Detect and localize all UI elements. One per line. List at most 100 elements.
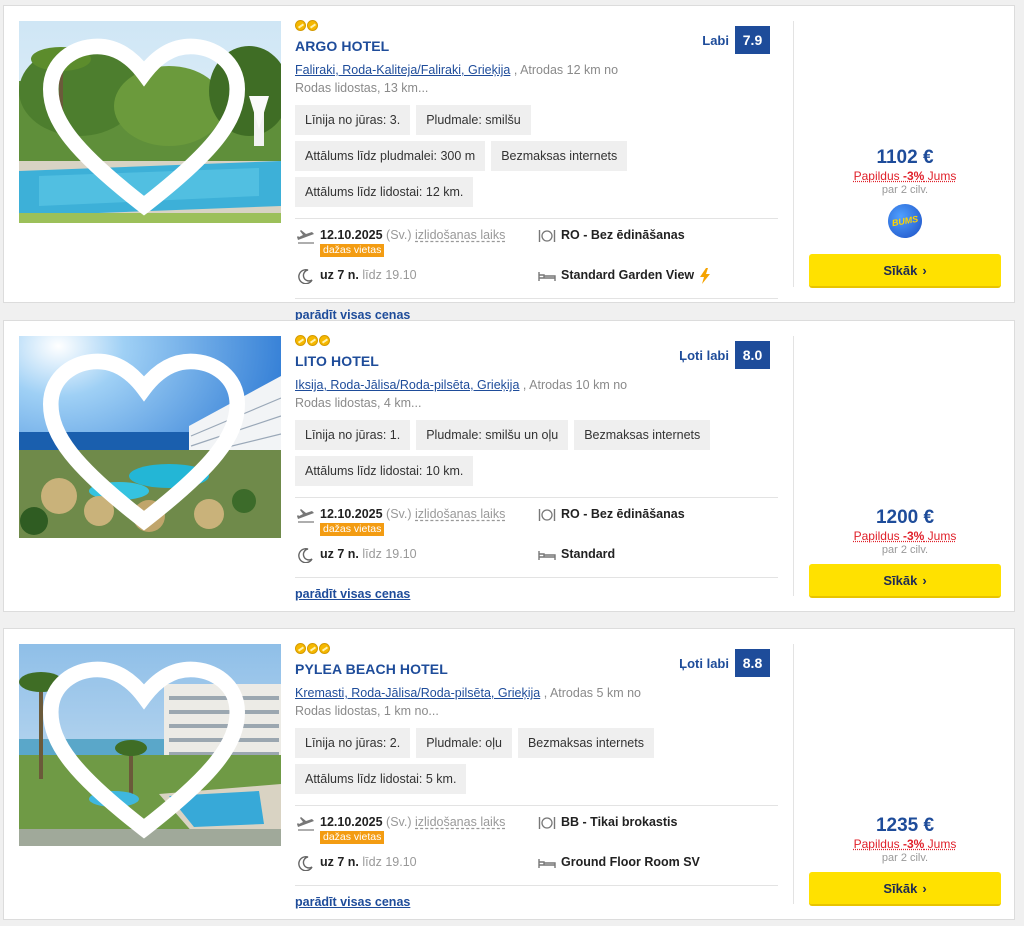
- feature-tag: Attālums līdz lidostai: 5 km.: [295, 764, 467, 794]
- divider: [295, 577, 778, 578]
- extra-discount: Papildus -3% Jums: [853, 529, 957, 543]
- hotel-card: PYLEA BEACH HOTEL Kremasti, Roda-Jālisa/…: [3, 628, 1015, 920]
- price: 1102 €: [876, 147, 934, 168]
- nights-info: uz 7 n. līdz 19.10: [297, 547, 417, 563]
- star-icon: [307, 335, 318, 346]
- board-info: RO - Bez ēdināšanas: [538, 507, 685, 523]
- moon-icon: [298, 547, 313, 563]
- trip-details: 12.10.2025 (Sv.) izlidošanas laiks dažas …: [295, 815, 782, 877]
- location-link[interactable]: Faliraki, Roda-Kaliteja/Faliraki, Grieķi…: [295, 63, 510, 77]
- extra-discount: Papildus -3% Jums: [853, 169, 957, 183]
- location-link[interactable]: Iksija, Roda-Jālisa/Roda-pilsēta, Grieķi…: [295, 378, 519, 392]
- hotel-card: LITO HOTEL Iksija, Roda-Jālisa/Roda-pils…: [3, 320, 1015, 612]
- price-block: 1200 € Papildus -3% Jums par 2 cilv.: [809, 507, 1001, 556]
- rating-label: Ļoti labi: [679, 347, 729, 363]
- price-per-persons: par 2 cilv.: [881, 852, 929, 864]
- nights-info: uz 7 n. līdz 19.10: [297, 268, 417, 284]
- hotel-photo[interactable]: [19, 644, 281, 846]
- rating-label: Ļoti labi: [679, 655, 729, 671]
- feature-tag: Bezmaksas internets: [574, 420, 711, 450]
- feature-tag: Attālums līdz pludmalei: 300 m: [295, 141, 486, 171]
- rating-label: Labi: [702, 32, 729, 48]
- bed-icon: [538, 551, 556, 560]
- feature-tag: Pludmale: smilšu: [416, 105, 531, 135]
- details-button[interactable]: Sīkāk ›: [809, 872, 1001, 906]
- favorite-heart-icon[interactable]: [19, 342, 275, 538]
- room-info: Standard Garden View: [538, 268, 711, 284]
- few-seats-badge: dažas vietas: [320, 523, 385, 536]
- departure-info: 12.10.2025 (Sv.) izlidošanas laiks dažas …: [297, 228, 505, 257]
- feature-tag: Bezmaksas internets: [491, 141, 628, 171]
- star-icon: [295, 643, 306, 654]
- feature-tag: Attālums līdz lidostai: 12 km.: [295, 177, 474, 207]
- feature-tag: Pludmale: smilšu un oļu: [416, 420, 569, 450]
- divider: [295, 885, 778, 886]
- rating-block: Ļoti labi 8.8: [679, 649, 770, 677]
- departure-time-link[interactable]: izlidošanas laiks: [415, 507, 505, 521]
- cutlery-icon: [538, 509, 556, 521]
- plane-icon: [297, 509, 314, 523]
- show-all-prices-link[interactable]: parādīt visas cenas: [295, 895, 410, 909]
- departure-time-link[interactable]: izlidošanas laiks: [415, 815, 505, 829]
- plane-icon: [297, 817, 314, 831]
- favorite-heart-icon[interactable]: [19, 650, 275, 846]
- divider: [295, 805, 778, 806]
- hotel-card: ARGO HOTEL Faliraki, Roda-Kaliteja/Falir…: [3, 5, 1015, 322]
- hotel-photo[interactable]: [19, 21, 281, 223]
- chevron-right-icon: ›: [922, 880, 927, 896]
- rating-score: 8.0: [735, 341, 770, 369]
- feature-tag: Līnija no jūras: 3.: [295, 105, 411, 135]
- star-icon: [295, 335, 306, 346]
- price-per-persons: par 2 cilv.: [881, 544, 929, 556]
- board-info: BB - Tikai brokastis: [538, 815, 677, 831]
- divider: [295, 298, 778, 299]
- price: 1200 €: [875, 507, 935, 528]
- flash-icon: [700, 268, 711, 284]
- feature-list: Līnija no jūras: 3. Pludmale: smilšu Att…: [295, 105, 725, 207]
- star-icon: [307, 643, 318, 654]
- price-block: 1235 € Papildus -3% Jums par 2 cilv.: [809, 815, 1001, 864]
- feature-tag: Līnija no jūras: 1.: [295, 420, 411, 450]
- rating-score: 8.8: [735, 649, 770, 677]
- feature-tag: Bezmaksas internets: [517, 728, 654, 758]
- favorite-heart-icon[interactable]: [19, 27, 275, 223]
- nights-info: uz 7 n. līdz 19.10: [297, 855, 417, 871]
- bed-icon: [538, 272, 556, 281]
- details-button[interactable]: Sīkāk ›: [809, 564, 1001, 598]
- few-seats-badge: dažas vietas: [320, 831, 385, 844]
- star-icon: [307, 20, 318, 31]
- price: 1235 €: [875, 815, 935, 836]
- room-info: Ground Floor Room SV: [538, 855, 700, 871]
- departure-info: 12.10.2025 (Sv.) izlidošanas laiks dažas …: [297, 815, 505, 844]
- few-seats-badge: dažas vietas: [320, 244, 385, 257]
- price-block: 1102 € Papildus -3% Jums par 2 cilv. BUM…: [809, 147, 1001, 241]
- chevron-right-icon: ›: [922, 262, 927, 278]
- hotel-location: Iksija, Roda-Jālisa/Roda-pilsēta, Grieķi…: [295, 378, 628, 410]
- divider: [295, 497, 778, 498]
- feature-list: Līnija no jūras: 1. Pludmale: smilšu un …: [295, 420, 725, 486]
- board-info: RO - Bez ēdināšanas: [538, 228, 685, 244]
- room-info: Standard: [538, 547, 615, 563]
- vertical-divider: [793, 21, 794, 287]
- feature-tag: Pludmale: oļu: [416, 728, 512, 758]
- location-link[interactable]: Kremasti, Roda-Jālisa/Roda-pilsēta, Grie…: [295, 686, 540, 700]
- star-icon: [319, 643, 330, 654]
- bums-badge: BUMS: [885, 201, 925, 241]
- bed-icon: [538, 859, 556, 868]
- hotel-photo[interactable]: [19, 336, 281, 538]
- rating-block: Labi 7.9: [702, 26, 770, 54]
- departure-info: 12.10.2025 (Sv.) izlidošanas laiks dažas …: [297, 507, 505, 536]
- trip-details: 12.10.2025 (Sv.) izlidošanas laiks dažas …: [295, 228, 782, 290]
- price-per-persons: par 2 cilv.: [881, 184, 929, 196]
- feature-tag: Attālums līdz lidostai: 10 km.: [295, 456, 474, 486]
- cutlery-icon: [538, 817, 556, 829]
- show-all-prices-link[interactable]: parādīt visas cenas: [295, 587, 410, 601]
- extra-discount: Papildus -3% Jums: [853, 837, 957, 851]
- details-button[interactable]: Sīkāk ›: [809, 254, 1001, 288]
- moon-icon: [298, 855, 313, 871]
- departure-time-link[interactable]: izlidošanas laiks: [415, 228, 505, 242]
- hotel-location: Faliraki, Roda-Kaliteja/Faliraki, Grieķi…: [295, 63, 619, 95]
- rating-block: Ļoti labi 8.0: [679, 341, 770, 369]
- rating-score: 7.9: [735, 26, 770, 54]
- feature-tag: Līnija no jūras: 2.: [295, 728, 411, 758]
